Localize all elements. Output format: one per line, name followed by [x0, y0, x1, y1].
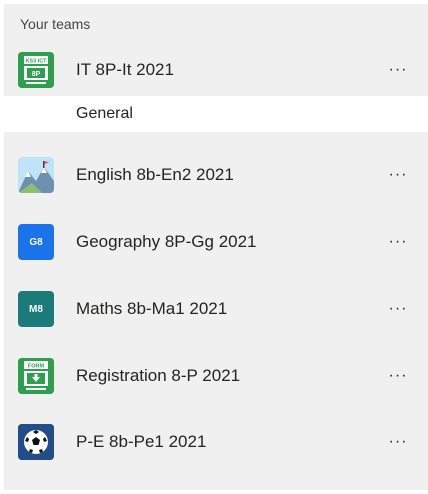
team-name: IT 8P-It 2021 [76, 60, 174, 79]
more-options-icon[interactable]: ··· [384, 430, 412, 454]
geography-tile-icon: G8 [18, 224, 54, 260]
soccer-ball-icon [18, 424, 54, 460]
team-item-geography[interactable]: G8 Geography 8P-Gg 2021 ··· [4, 214, 428, 270]
more-options-icon[interactable]: ··· [384, 297, 412, 321]
form-icon: FORM [18, 358, 54, 394]
channel-item-general[interactable]: General [4, 96, 428, 132]
teams-sidebar: Your teams KS3 ICT 8P IT 8P-It 2021 ··· … [4, 4, 428, 490]
tile-initials: M8 [29, 303, 43, 315]
team-name: Geography 8P-Gg 2021 [76, 232, 257, 251]
team-name: Maths 8b-Ma1 2021 [76, 299, 228, 318]
team-name: Registration 8-P 2021 [76, 366, 241, 385]
tile-initials: G8 [29, 236, 43, 248]
section-title: Your teams [20, 16, 91, 32]
team-item-it[interactable]: KS3 ICT 8P IT 8P-It 2021 ··· [4, 42, 428, 98]
team-item-registration[interactable]: FORM Registration 8-P 2021 ··· [4, 348, 428, 404]
team-name: English 8b-En2 2021 [76, 165, 234, 184]
more-options-icon[interactable]: ··· [384, 230, 412, 254]
more-options-icon[interactable]: ··· [384, 364, 412, 388]
channel-label: General [76, 105, 133, 122]
team-item-english[interactable]: English 8b-En2 2021 ··· [4, 147, 428, 203]
icon-caption: FORM [28, 364, 45, 370]
team-name: P-E 8b-Pe1 2021 [76, 432, 207, 451]
more-options-icon[interactable]: ··· [384, 58, 412, 82]
mountain-landscape-icon [18, 157, 54, 193]
maths-tile-icon: M8 [18, 291, 54, 327]
icon-caption: KS3 ICT [25, 59, 47, 65]
icon-subcaption: 8P [32, 71, 41, 78]
ks3-ict-icon: KS3 ICT 8P [18, 52, 54, 88]
team-item-pe[interactable]: P-E 8b-Pe1 2021 ··· [4, 414, 428, 470]
team-item-maths[interactable]: M8 Maths 8b-Ma1 2021 ··· [4, 281, 428, 337]
more-options-icon[interactable]: ··· [384, 163, 412, 187]
